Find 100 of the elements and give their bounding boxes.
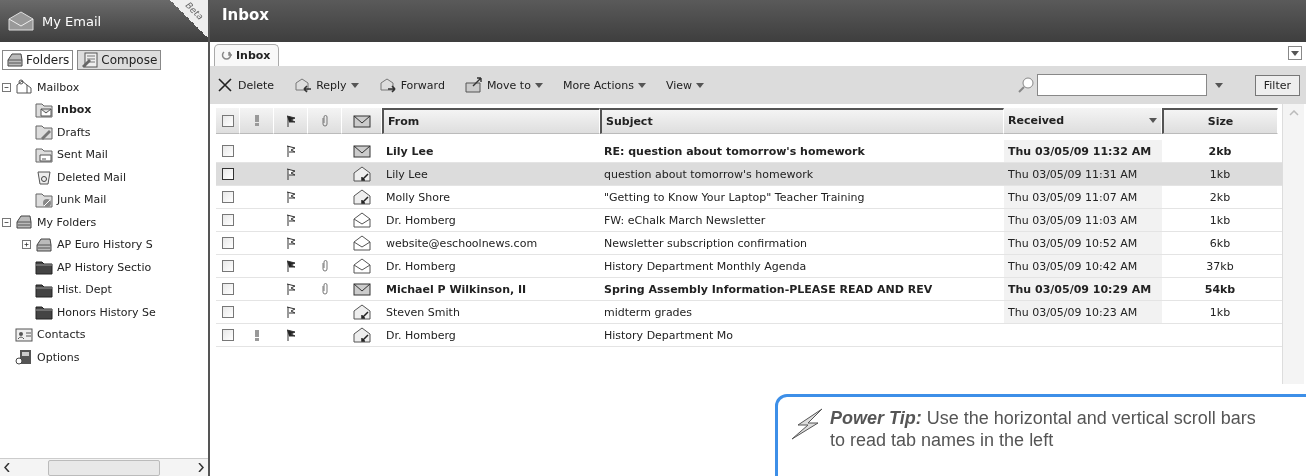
toolbar-button[interactable]: More Actions	[562, 78, 646, 92]
row-checkbox[interactable]	[222, 145, 234, 157]
refresh-icon	[221, 50, 232, 61]
filter-button[interactable]: Filter	[1254, 74, 1300, 96]
row-checkbox[interactable]	[222, 329, 234, 341]
folder-label[interactable]: Honors History Se	[57, 305, 156, 319]
app-title: My Email	[42, 13, 102, 29]
caret-icon	[534, 82, 543, 88]
select-all-checkbox[interactable]	[221, 114, 234, 127]
caret-icon	[1291, 50, 1299, 56]
row-checkbox[interactable]	[222, 191, 234, 203]
open-envelope-icon	[353, 212, 371, 228]
replied-envelope-icon	[353, 189, 371, 205]
size-cell-text: 1kb	[1208, 166, 1232, 183]
forward-envelope-icon	[378, 77, 397, 93]
tab-menu-button[interactable]	[1288, 46, 1302, 60]
size-cell-text: 2kb	[1208, 189, 1232, 206]
folder-label[interactable]: Inbox	[57, 103, 92, 117]
exclamation-icon	[255, 329, 259, 341]
contact-card-icon	[15, 326, 33, 343]
size-cell-text: 6kb	[1208, 235, 1232, 252]
message-row[interactable]: Dr. Homberg History Department Monthly Agenda Thu 03/05/09 10:42 AM 37kb	[216, 255, 1282, 278]
inbox-tab[interactable]: Inbox	[214, 44, 280, 66]
flag-outline-icon[interactable]	[286, 283, 296, 295]
folders-button[interactable]: Folders	[2, 50, 74, 70]
sender-cell-text: Molly Shore	[385, 189, 452, 206]
row-checkbox[interactable]	[222, 260, 234, 272]
folder-label[interactable]: Contacts	[37, 328, 86, 342]
column-header[interactable]: Size	[1162, 108, 1278, 134]
folder-label[interactable]: Mailbox	[37, 80, 80, 94]
closed-envelope-icon	[353, 281, 371, 297]
folder-label[interactable]: Deleted Mail	[57, 170, 126, 184]
open-envelope-icon	[8, 11, 34, 31]
message-row[interactable]: Dr. Homberg FW: eChalk March Newsletter Thu 03/05/09 11:03 AM 1kb	[216, 209, 1282, 232]
sender-cell-text: Dr. Homberg	[385, 212, 457, 229]
row-checkbox[interactable]	[222, 283, 234, 295]
flag-outline-icon[interactable]	[286, 168, 296, 180]
inbox-folder-icon	[35, 101, 53, 118]
row-checkbox[interactable]	[222, 306, 234, 318]
closed-envelope-icon	[352, 112, 371, 129]
folder-icon	[35, 259, 53, 276]
folder-label[interactable]: Drafts	[57, 125, 91, 139]
folder-stack-icon	[15, 214, 33, 231]
vertical-scrollbar[interactable]	[1282, 104, 1304, 384]
sender-cell-text: Dr. Homberg	[385, 258, 457, 275]
folder-label[interactable]: Junk Mail	[57, 193, 107, 207]
message-row[interactable]: Michael P Wilkinson, II Spring Assembly Information-PLEASE READ AND REV Thu 03/05/09 10:29 AM 54kb	[216, 278, 1282, 301]
message-row[interactable]: Lily Lee question about tomorrow's homework Thu 03/05/09 11:31 AM 1kb	[216, 163, 1282, 186]
filled-flag-icon[interactable]	[286, 260, 296, 272]
flag-outline-icon[interactable]	[286, 237, 296, 249]
flag-outline-icon[interactable]	[286, 145, 296, 157]
toolbar-button[interactable]: Delete	[216, 77, 275, 93]
trash-icon	[35, 169, 53, 186]
size-cell-text: 54kb	[1203, 281, 1237, 298]
filled-flag-icon[interactable]	[286, 329, 296, 341]
compose-button[interactable]: Compose	[77, 50, 162, 70]
column-header[interactable]: Received	[1004, 108, 1162, 134]
horizontal-scrollbar[interactable]	[0, 458, 208, 476]
toolbar-button[interactable]: View	[665, 78, 704, 92]
folder-label[interactable]: Sent Mail	[57, 148, 108, 162]
folder-label[interactable]: AP Euro History S	[57, 238, 153, 252]
folder-label[interactable]: Hist. Dept	[57, 283, 112, 297]
collapse-icon[interactable]	[2, 82, 11, 92]
paperclip-icon	[321, 260, 329, 272]
expand-icon[interactable]	[22, 240, 31, 250]
subject-cell-text: midterm grades	[603, 304, 694, 321]
toolbar-button[interactable]: Forward	[378, 77, 445, 93]
sender-cell-text: Dr. Homberg	[385, 327, 457, 344]
row-checkbox[interactable]	[222, 237, 234, 249]
flag-outline-icon[interactable]	[286, 214, 296, 226]
message-row[interactable]: Molly Shore "Getting to Know Your Laptop" Teacher Training Thu 03/05/09 11:07 AM 2kb	[216, 186, 1282, 209]
toolbar-button[interactable]: Reply	[294, 77, 359, 93]
compose-icon	[81, 52, 100, 68]
date-cell: Thu 03/05/09 11:03 AM	[1004, 209, 1162, 231]
lightning-icon	[790, 407, 824, 441]
date-cell: Thu 03/05/09 11:07 AM	[1004, 186, 1162, 208]
folder-label[interactable]: Options	[37, 350, 80, 364]
paperclip-icon	[321, 283, 329, 295]
folder-label[interactable]: AP History Sectio	[57, 260, 152, 274]
column-header[interactable]: Subject	[600, 108, 1004, 134]
filled-flag-icon[interactable]	[285, 114, 296, 127]
flag-outline-icon[interactable]	[286, 306, 296, 318]
flag-outline-icon[interactable]	[286, 191, 296, 203]
folder-label[interactable]: My Folders	[37, 215, 97, 229]
message-row[interactable]: Steven Smith midterm grades Thu 03/05/09 10:23 AM 1kb	[216, 301, 1282, 324]
subject-cell-text: History Department Monthly Agenda	[603, 258, 808, 275]
sender-cell-text: Lily Lee	[385, 143, 435, 160]
tip-text: Power Tip: Use the horizontal and vertical scroll bars to read tab names in the left	[830, 407, 1257, 452]
search-field[interactable]	[1036, 74, 1207, 96]
closed-envelope-icon	[353, 143, 371, 159]
row-checkbox[interactable]	[222, 168, 234, 180]
column-header[interactable]	[274, 108, 308, 134]
mailbox-icon	[15, 79, 33, 96]
message-row[interactable]: Dr. Homberg History Department Mo	[216, 324, 1282, 347]
toolbar-button[interactable]: Move to	[464, 77, 543, 93]
column-header[interactable]: From	[382, 108, 600, 134]
collapse-icon[interactable]	[2, 217, 11, 227]
message-row[interactable]: website@eschoolnews.com Newsletter subscription confirmation Thu 03/05/09 10:52 AM 6kb	[216, 232, 1282, 255]
size-cell-text: 1kb	[1208, 304, 1232, 321]
row-checkbox[interactable]	[222, 214, 234, 226]
